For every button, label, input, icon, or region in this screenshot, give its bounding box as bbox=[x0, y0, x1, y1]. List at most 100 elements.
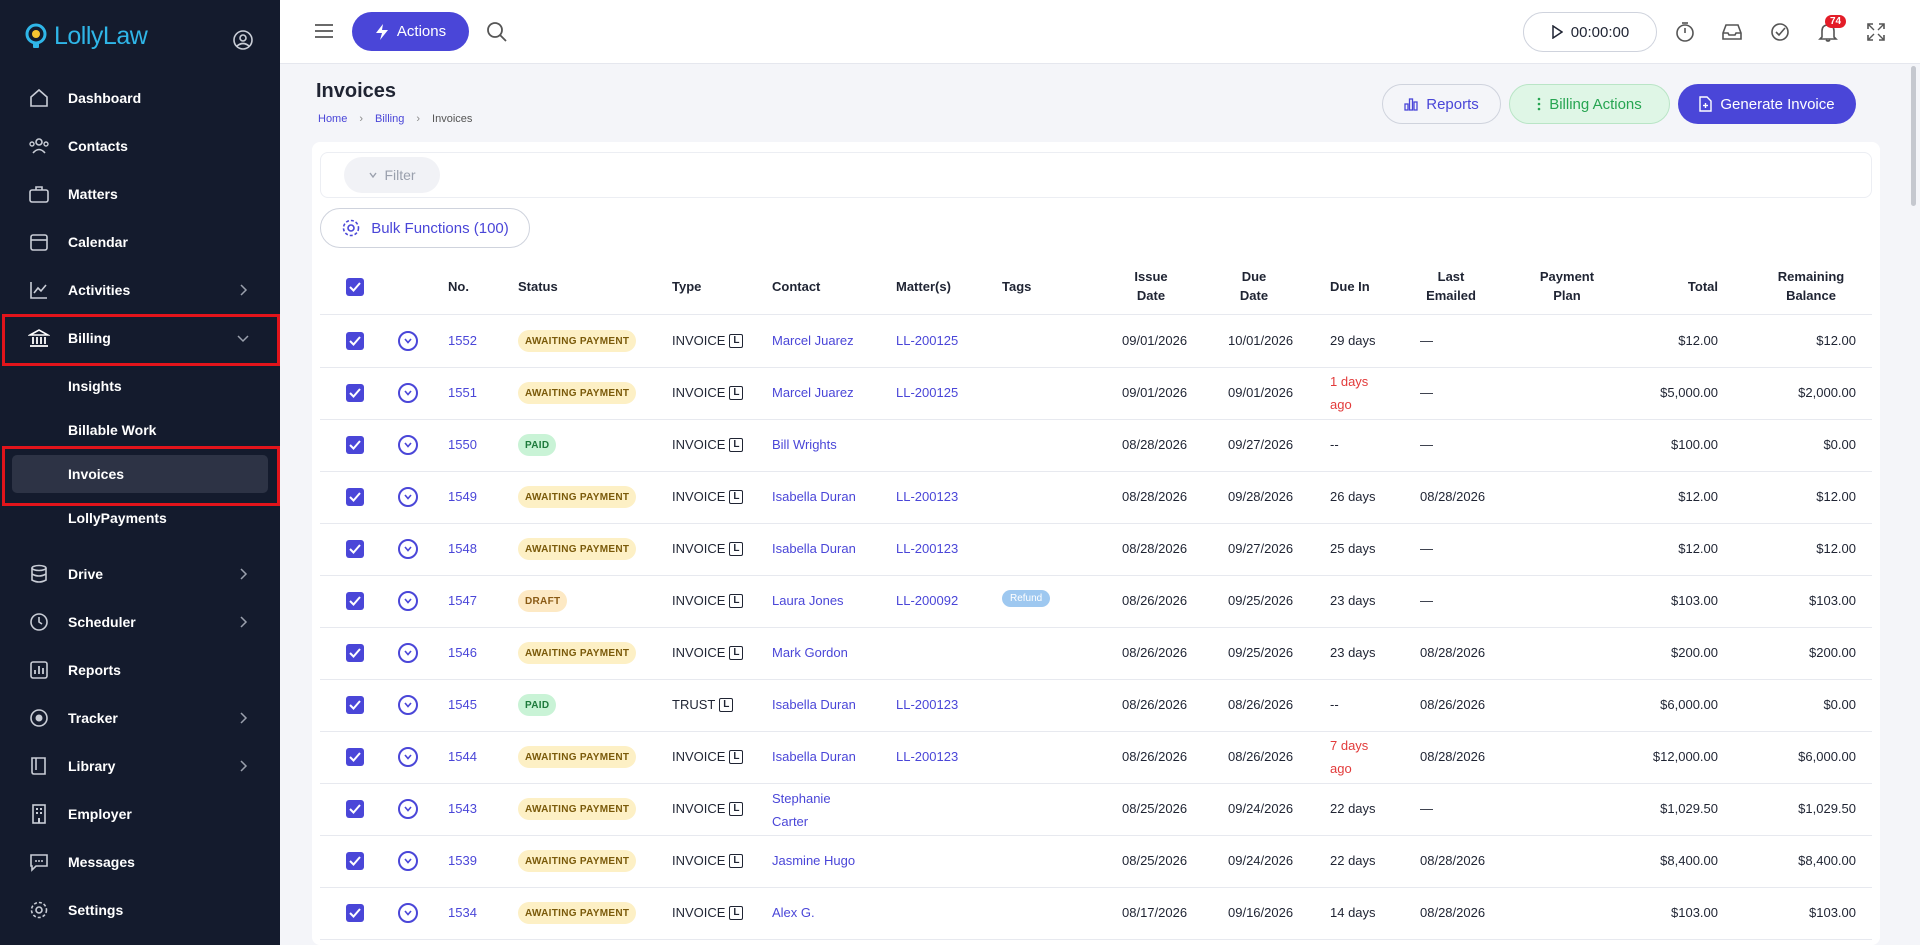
contact-link[interactable]: Isabella Duran bbox=[772, 697, 856, 712]
breadcrumb-billing[interactable]: Billing bbox=[375, 113, 404, 125]
sidebar-item-matters[interactable]: Matters bbox=[0, 170, 280, 218]
matter-link[interactable]: LL-200125 bbox=[896, 333, 958, 348]
row-checkbox[interactable] bbox=[346, 800, 364, 818]
ledger-icon[interactable]: L bbox=[729, 333, 744, 348]
row-checkbox[interactable] bbox=[346, 904, 364, 922]
sidebar-item-tracker[interactable]: Tracker bbox=[0, 694, 280, 742]
ledger-icon[interactable]: L bbox=[729, 385, 744, 400]
sidebar-item-contacts[interactable]: Contacts bbox=[0, 122, 280, 170]
sidebar-subitem-insights[interactable]: Insights bbox=[0, 364, 280, 408]
header-remaining-balance[interactable]: Remaining Balance bbox=[1772, 267, 1850, 305]
row-expand-button[interactable] bbox=[398, 695, 418, 715]
ledger-icon[interactable]: L bbox=[719, 697, 734, 712]
invoice-number-link[interactable]: 1546 bbox=[448, 645, 477, 660]
sidebar-item-employer[interactable]: Employer bbox=[0, 790, 280, 838]
ledger-icon[interactable]: L bbox=[729, 437, 744, 452]
header-tags[interactable]: Tags bbox=[1002, 277, 1031, 296]
ledger-icon[interactable]: L bbox=[729, 541, 744, 556]
row-checkbox[interactable] bbox=[346, 384, 364, 402]
contact-link[interactable]: Isabella Duran bbox=[772, 749, 856, 764]
search-icon[interactable] bbox=[486, 21, 508, 43]
ledger-icon[interactable]: L bbox=[729, 801, 744, 816]
header-status[interactable]: Status bbox=[518, 277, 558, 296]
contact-link[interactable]: Stephanie Carter bbox=[772, 787, 852, 833]
row-expand-button[interactable] bbox=[398, 591, 418, 611]
sidebar-item-activities[interactable]: Activities bbox=[0, 266, 280, 314]
header-due-in[interactable]: Due In bbox=[1330, 277, 1370, 296]
contact-link[interactable]: Isabella Duran bbox=[772, 541, 856, 556]
invoice-number-link[interactable]: 1544 bbox=[448, 749, 477, 764]
header-matters[interactable]: Matter(s) bbox=[896, 277, 951, 296]
row-checkbox[interactable] bbox=[346, 436, 364, 454]
ledger-icon[interactable]: L bbox=[729, 489, 744, 504]
header-due-date[interactable]: Due Date bbox=[1224, 267, 1284, 305]
breadcrumb-home[interactable]: Home bbox=[318, 113, 347, 125]
header-last-emailed[interactable]: Last Emailed bbox=[1418, 267, 1484, 305]
matter-link[interactable]: LL-200123 bbox=[896, 541, 958, 556]
filter-button[interactable]: Filter bbox=[344, 157, 440, 193]
row-expand-button[interactable] bbox=[398, 747, 418, 767]
row-checkbox[interactable] bbox=[346, 488, 364, 506]
invoice-number-link[interactable]: 1549 bbox=[448, 489, 477, 504]
sidebar-item-settings[interactable]: Settings bbox=[0, 886, 280, 934]
sidebar-item-messages[interactable]: Messages bbox=[0, 838, 280, 886]
header-payment-plan[interactable]: Payment Plan bbox=[1534, 267, 1600, 305]
row-checkbox[interactable] bbox=[346, 748, 364, 766]
invoice-number-link[interactable]: 1552 bbox=[448, 333, 477, 348]
sidebar-item-billing[interactable]: Billing bbox=[0, 314, 280, 362]
ledger-icon[interactable]: L bbox=[729, 905, 744, 920]
contact-link[interactable]: Marcel Juarez bbox=[772, 385, 854, 400]
matter-link[interactable]: LL-200123 bbox=[896, 697, 958, 712]
reports-button[interactable]: Reports bbox=[1382, 84, 1501, 124]
row-checkbox[interactable] bbox=[346, 592, 364, 610]
row-checkbox[interactable] bbox=[346, 696, 364, 714]
invoice-number-link[interactable]: 1534 bbox=[448, 905, 477, 920]
row-expand-button[interactable] bbox=[398, 851, 418, 871]
matter-link[interactable]: LL-200123 bbox=[896, 749, 958, 764]
sidebar-subitem-lollypayments[interactable]: LollyPayments bbox=[0, 496, 280, 540]
hamburger-menu-icon[interactable] bbox=[314, 22, 334, 40]
header-total[interactable]: Total bbox=[1640, 277, 1718, 296]
contact-link[interactable]: Jasmine Hugo bbox=[772, 853, 855, 868]
invoice-number-link[interactable]: 1543 bbox=[448, 801, 477, 816]
stopwatch-icon[interactable] bbox=[1674, 21, 1696, 43]
row-expand-button[interactable] bbox=[398, 435, 418, 455]
sidebar-item-scheduler[interactable]: Scheduler bbox=[0, 598, 280, 646]
check-circle-icon[interactable] bbox=[1769, 21, 1791, 43]
invoice-number-link[interactable]: 1551 bbox=[448, 385, 477, 400]
row-checkbox[interactable] bbox=[346, 332, 364, 350]
contact-link[interactable]: Laura Jones bbox=[772, 593, 844, 608]
contact-link[interactable]: Bill Wrights bbox=[772, 437, 837, 452]
ledger-icon[interactable]: L bbox=[729, 749, 744, 764]
invoice-number-link[interactable]: 1547 bbox=[448, 593, 477, 608]
contact-link[interactable]: Mark Gordon bbox=[772, 645, 848, 660]
select-all-checkbox[interactable] bbox=[346, 278, 364, 296]
header-contact[interactable]: Contact bbox=[772, 277, 820, 296]
sidebar-item-reports[interactable]: Reports bbox=[0, 646, 280, 694]
row-checkbox[interactable] bbox=[346, 852, 364, 870]
row-expand-button[interactable] bbox=[398, 643, 418, 663]
header-no[interactable]: No. bbox=[448, 277, 469, 296]
matter-link[interactable]: LL-200125 bbox=[896, 385, 958, 400]
header-type[interactable]: Type bbox=[672, 277, 701, 296]
billing-actions-button[interactable]: Billing Actions bbox=[1509, 84, 1670, 124]
fullscreen-icon[interactable] bbox=[1865, 21, 1887, 43]
row-expand-button[interactable] bbox=[398, 331, 418, 351]
sidebar-item-library[interactable]: Library bbox=[0, 742, 280, 790]
sidebar-item-calendar[interactable]: Calendar bbox=[0, 218, 280, 266]
row-expand-button[interactable] bbox=[398, 903, 418, 923]
matter-link[interactable]: LL-200123 bbox=[896, 489, 958, 504]
row-expand-button[interactable] bbox=[398, 539, 418, 559]
ledger-icon[interactable]: L bbox=[729, 645, 744, 660]
contact-link[interactable]: Marcel Juarez bbox=[772, 333, 854, 348]
brand-logo[interactable]: LollyLaw bbox=[24, 22, 148, 51]
contact-link[interactable]: Isabella Duran bbox=[772, 489, 856, 504]
ledger-icon[interactable]: L bbox=[729, 853, 744, 868]
row-checkbox[interactable] bbox=[346, 644, 364, 662]
row-checkbox[interactable] bbox=[346, 540, 364, 558]
header-issue-date[interactable]: Issue Date bbox=[1120, 267, 1182, 305]
matter-link[interactable]: LL-200092 bbox=[896, 593, 958, 608]
sidebar-subitem-invoices[interactable]: Invoices bbox=[0, 452, 280, 496]
row-expand-button[interactable] bbox=[398, 383, 418, 403]
timer-button[interactable]: 00:00:00 bbox=[1523, 12, 1657, 52]
